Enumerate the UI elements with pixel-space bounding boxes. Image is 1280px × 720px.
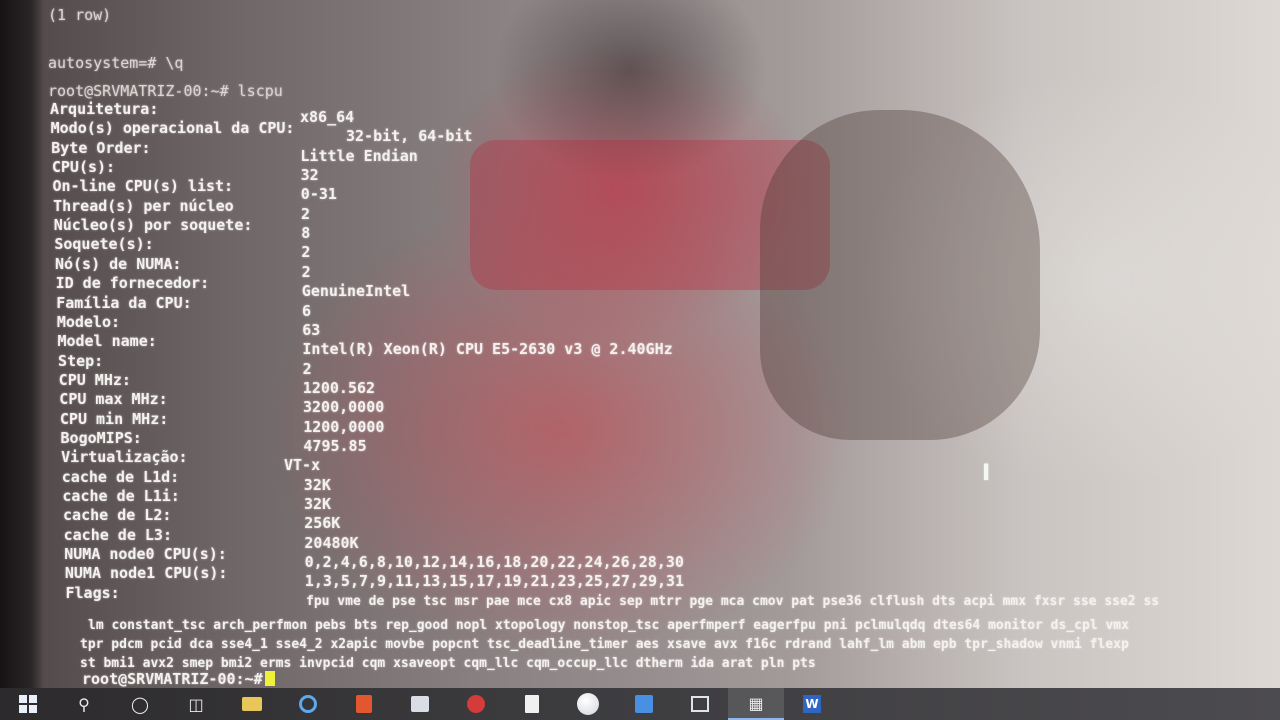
terminal-window[interactable]: (1 row) autosystem=# \q root@SRVMATRIZ-0… (0, 0, 1280, 690)
lscpu-key: Nó(s) de NUMA: (54, 254, 182, 273)
lscpu-key: Família da CPU: (56, 293, 192, 312)
taskbar: ⚲ ◯ ◫ ▦ W (0, 688, 1280, 720)
lscpu-key: Model name: (57, 332, 157, 351)
terminal-app-icon[interactable]: ▦ (728, 688, 784, 720)
windows-start-icon[interactable] (0, 688, 56, 720)
terminal-final-prompt[interactable]: root@SRVMATRIZ-00:~# (82, 670, 275, 689)
lscpu-value: 1200.562 (302, 378, 376, 397)
lscpu-key: Modo(s) operacional da CPU: (50, 119, 295, 138)
lscpu-key: Flags: (65, 583, 120, 602)
terminal-line-psql-quit: autosystem=# \q (48, 54, 184, 72)
lscpu-key: Arquitetura: (50, 100, 159, 118)
terminal-line-lscpu-command: root@SRVMATRIZ-00:~# lscpu (48, 82, 283, 100)
lscpu-value: 0,2,4,6,8,10,12,14,16,18,20,22,24,26,28,… (304, 553, 684, 572)
lscpu-value: Little Endian (300, 146, 418, 165)
terminal-line-row-count: (1 row) (48, 6, 112, 24)
network-app-icon[interactable] (672, 688, 728, 720)
lscpu-value: 2 (302, 359, 312, 378)
edge-browser-icon[interactable] (280, 688, 336, 720)
file-explorer-icon[interactable] (224, 688, 280, 720)
flags-continuation-2: tpr pdcm pcid dca sse4_1 sse4_2 x2apic m… (80, 637, 1129, 652)
lscpu-key: BogoMIPS: (60, 428, 142, 447)
lscpu-value: 1200,0000 (303, 417, 385, 436)
app-icon[interactable] (448, 688, 504, 720)
lscpu-value: 32-bit, 64-bit (346, 127, 473, 146)
document-icon[interactable] (504, 688, 560, 720)
text-cursor (264, 671, 275, 686)
lscpu-key: NUMA node0 CPU(s): (64, 545, 227, 564)
lscpu-key: cache de L1d: (61, 467, 180, 486)
lscpu-value: 32 (300, 166, 319, 185)
lscpu-key: Step: (58, 351, 104, 370)
search-icon[interactable]: ⚲ (56, 688, 112, 720)
lscpu-value: 32K (303, 475, 331, 494)
prompt-text: root@SRVMATRIZ-00:~# (82, 670, 263, 688)
lscpu-value: 2 (301, 204, 311, 223)
lscpu-key: Soquete(s): (54, 235, 154, 254)
lscpu-value: 3200,0000 (303, 398, 385, 417)
lscpu-value: 2 (301, 262, 311, 281)
lscpu-key: CPU max MHz: (59, 390, 168, 409)
lscpu-key: Byte Order: (51, 138, 151, 157)
monitor-screen: (1 row) autosystem=# \q root@SRVMATRIZ-0… (0, 0, 1280, 720)
lscpu-value: 32K (304, 495, 332, 513)
lscpu-value: GenuineIntel (301, 282, 411, 301)
lscpu-key: cache de L2: (63, 506, 172, 525)
lscpu-value: 4795.85 (303, 436, 367, 455)
cortana-icon[interactable]: ◯ (112, 688, 168, 720)
lscpu-value: 6 (302, 301, 312, 320)
lscpu-key: CPU min MHz: (59, 409, 169, 428)
lscpu-key: On-line CPU(s) list: (52, 177, 234, 196)
lscpu-value: 20480K (304, 533, 359, 552)
store-icon[interactable] (392, 688, 448, 720)
lscpu-key: CPU(s): (51, 158, 116, 177)
blue-app-icon[interactable] (616, 688, 672, 720)
lscpu-value: 1,3,5,7,9,11,13,15,17,19,21,23,25,27,29,… (304, 572, 685, 591)
lscpu-key: Virtualização: (61, 448, 188, 467)
lscpu-value: fpu vme de pse tsc msr pae mce cx8 apic … (306, 593, 1160, 609)
lscpu-value: 2 (301, 243, 311, 262)
lscpu-value: Intel(R) Xeon(R) CPU E5-2630 v3 @ 2.40GH… (302, 340, 673, 359)
ibeam-cursor-icon: I (982, 461, 991, 486)
lscpu-value: 256K (304, 514, 341, 533)
lscpu-key: Modelo: (56, 312, 121, 331)
lscpu-value: x86_64 (300, 108, 355, 126)
lscpu-value: 8 (301, 224, 311, 243)
lscpu-key: CPU MHz: (58, 370, 131, 389)
lscpu-key: cache de L1i: (62, 487, 180, 505)
flags-continuation-1: lm constant_tsc arch_perfmon pebs bts re… (88, 618, 1129, 633)
lscpu-key: ID de fornecedor: (55, 274, 210, 293)
lscpu-key: Thread(s) per núcleo (53, 196, 234, 215)
lscpu-key: NUMA node1 CPU(s): (64, 564, 228, 583)
lscpu-value: VT-x (284, 456, 321, 475)
lscpu-key: cache de L3: (63, 525, 172, 544)
lscpu-value: 0-31 (300, 185, 337, 204)
lscpu-key: Núcleo(s) por soquete: (53, 216, 253, 235)
office-icon[interactable] (336, 688, 392, 720)
word-icon[interactable]: W (784, 688, 840, 720)
lscpu-value: 63 (302, 320, 321, 339)
sphere-app-icon[interactable] (560, 688, 616, 720)
task-view-icon[interactable]: ◫ (168, 688, 224, 720)
